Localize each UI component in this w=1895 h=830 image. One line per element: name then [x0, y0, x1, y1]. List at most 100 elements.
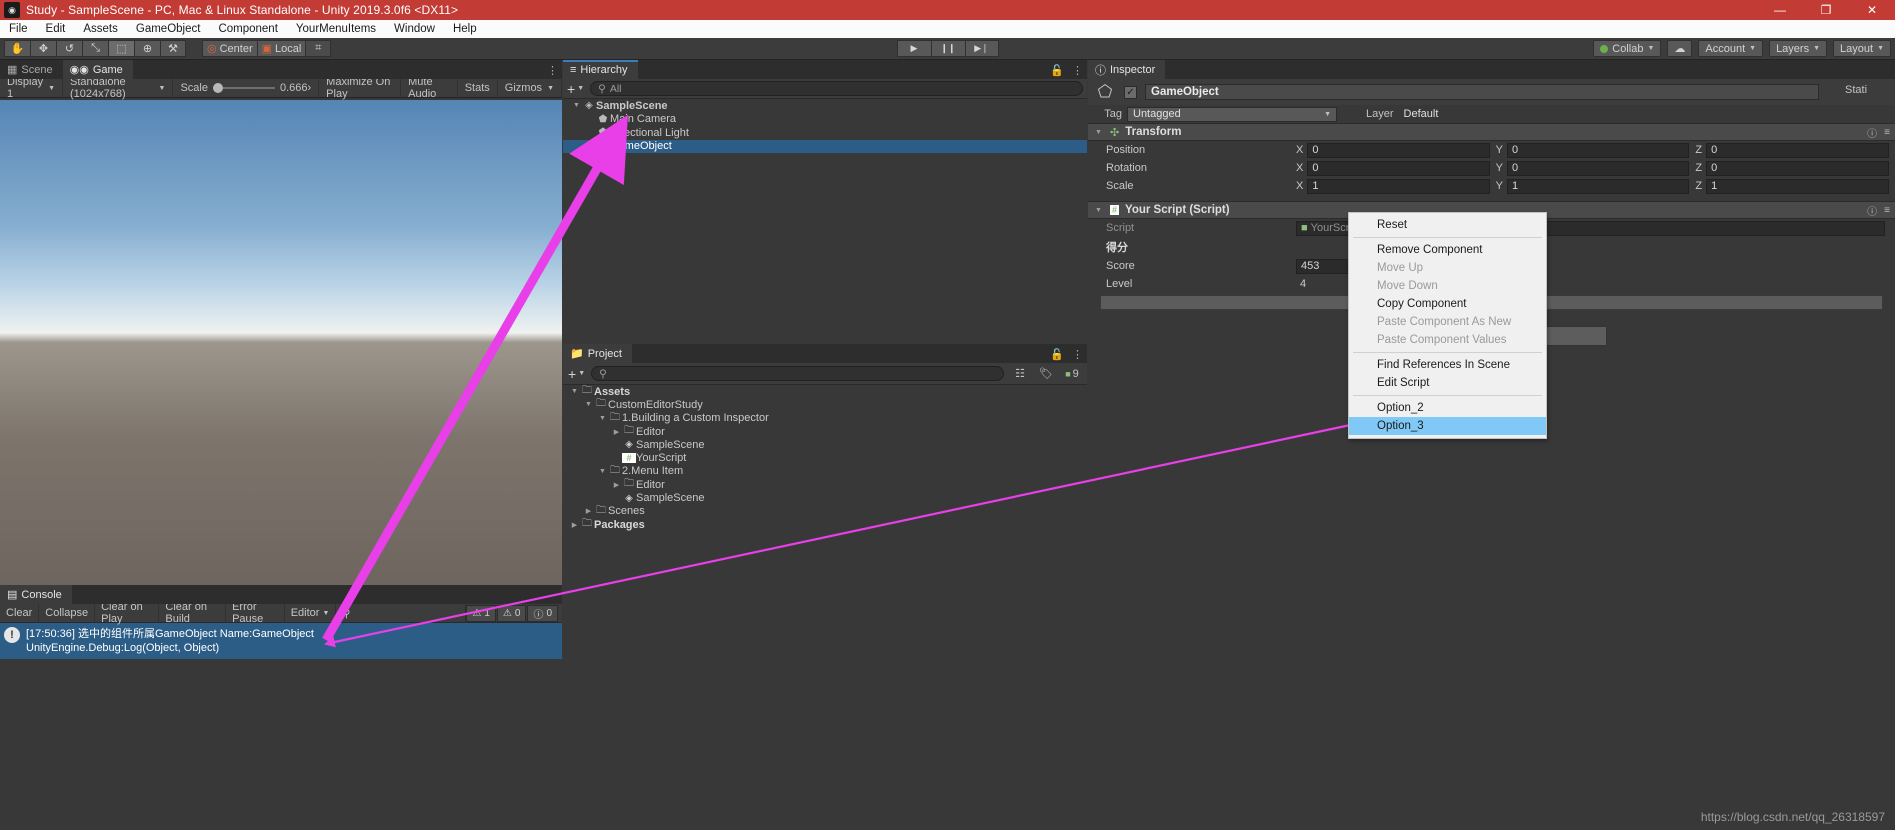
collapse-button[interactable]: Collapse: [39, 603, 96, 623]
chevron-down-icon[interactable]: ▼: [569, 388, 580, 395]
pivot-mode-button[interactable]: ◎ Center: [202, 40, 257, 57]
layer-dropdown[interactable]: Default: [1399, 107, 1559, 122]
warning-count[interactable]: ⚠ 0: [496, 604, 527, 622]
filter-by-type-icon[interactable]: ☷: [1010, 366, 1030, 382]
project-row[interactable]: # YourScript: [563, 451, 1087, 464]
context-menu-item[interactable]: Remove Component: [1349, 241, 1546, 259]
project-row[interactable]: ▼ 🗀 Assets: [563, 385, 1087, 398]
hierarchy-row[interactable]: ▼ ◈ SampleScene: [563, 99, 1087, 113]
lock-icon[interactable]: 🔓: [1050, 348, 1064, 361]
lock-icon[interactable]: 🔓: [1050, 64, 1064, 77]
chevron-right-icon[interactable]: ▶: [611, 428, 622, 436]
tab-project[interactable]: 📁 Project: [563, 344, 632, 363]
hierarchy-search-input[interactable]: ⚲ All: [590, 81, 1083, 96]
menu-item-help[interactable]: Help: [444, 20, 486, 38]
play-button[interactable]: ▶: [896, 40, 931, 57]
context-menu-item[interactable]: Option_2: [1349, 399, 1546, 417]
clear-on-build-button[interactable]: Clear on Build: [159, 601, 227, 625]
layout-button[interactable]: Layout ▼: [1833, 40, 1891, 57]
menu-item-edit[interactable]: Edit: [37, 20, 75, 38]
hierarchy-row[interactable]: ⬟ Directional Light: [563, 126, 1087, 140]
layers-button[interactable]: Layers ▼: [1769, 40, 1828, 57]
transform-tool-icon[interactable]: ⊕: [134, 40, 160, 57]
chevron-right-icon[interactable]: ▶: [611, 481, 622, 489]
project-menu-icon[interactable]: ⋮: [1072, 348, 1083, 361]
minimize-button[interactable]: —: [1757, 0, 1803, 20]
create-asset-button[interactable]: + ▼: [568, 366, 585, 382]
project-row[interactable]: ▼ 🗀 2.Menu Item: [563, 465, 1087, 478]
tab-console[interactable]: ▤ Console: [0, 585, 72, 604]
resolution-dropdown[interactable]: Standalone (1024x768) ▼: [63, 76, 174, 100]
error-pause-button[interactable]: Error Pause: [226, 601, 285, 625]
project-search-input[interactable]: ⚲: [591, 366, 1004, 381]
scale-tool-icon[interactable]: ⤡: [82, 40, 108, 57]
hierarchy-row[interactable]: ⬟ GameObject: [563, 139, 1087, 153]
chevron-down-icon[interactable]: ▼: [1093, 207, 1104, 214]
context-menu-item[interactable]: Edit Script: [1349, 374, 1546, 392]
info-count[interactable]: ⓘ 0: [527, 604, 558, 622]
gizmos-dropdown[interactable]: Gizmos ▼: [498, 78, 562, 98]
pivot-rotation-button[interactable]: ▣ Local: [256, 40, 306, 57]
preset-icon[interactable]: ≡: [1884, 127, 1890, 138]
hierarchy-menu-icon[interactable]: ⋮: [1072, 64, 1083, 77]
editor-dropdown[interactable]: Editor ▼: [285, 603, 337, 623]
step-button[interactable]: ▶❘: [964, 40, 999, 57]
cloud-button[interactable]: ☁: [1667, 40, 1693, 57]
hierarchy-row[interactable]: ⬟ Main Camera: [563, 113, 1087, 127]
project-row[interactable]: ◈ SampleScene: [563, 491, 1087, 504]
chevron-down-icon[interactable]: ▼: [597, 468, 608, 475]
move-tool-icon[interactable]: ✥: [30, 40, 56, 57]
transform-scale-y-input[interactable]: 1: [1507, 178, 1690, 194]
chevron-right-icon[interactable]: ▶: [583, 507, 594, 515]
clear-on-play-button[interactable]: Clear on Play: [95, 601, 160, 625]
tab-inspector[interactable]: ⓘ Inspector: [1088, 60, 1166, 79]
rotate-tool-icon[interactable]: ↺: [56, 40, 82, 57]
context-menu-item[interactable]: Find References In Scene: [1349, 356, 1546, 374]
display-dropdown[interactable]: Display 1 ▼: [0, 76, 64, 100]
project-row[interactable]: ▶ 🗀 Packages: [563, 518, 1087, 531]
maximize-button[interactable]: ❐: [1803, 0, 1849, 20]
create-gameobject-button[interactable]: + ▼: [567, 81, 584, 97]
maximize-on-play-toggle[interactable]: Maximize On Play: [319, 76, 402, 100]
chevron-down-icon[interactable]: ▼: [571, 102, 582, 109]
transform-rotation-z-input[interactable]: 0: [1706, 160, 1890, 176]
tab-hierarchy[interactable]: ≡ Hierarchy: [563, 60, 638, 79]
transform-scale-z-input[interactable]: 1: [1706, 178, 1890, 194]
menu-item-gameobject[interactable]: GameObject: [127, 20, 210, 38]
tag-dropdown[interactable]: Untagged ▼: [1127, 106, 1337, 122]
chevron-right-icon[interactable]: ▶: [569, 521, 580, 529]
console-search-input[interactable]: ⚲: [336, 603, 467, 623]
menu-item-component[interactable]: Component: [209, 20, 286, 38]
account-button[interactable]: Account ▼: [1698, 40, 1764, 57]
tab-game[interactable]: ◉◉ Game: [62, 60, 133, 79]
icon-size-slider[interactable]: ■ 9: [1062, 366, 1082, 382]
menu-item-file[interactable]: File: [0, 20, 37, 38]
scale-slider[interactable]: Scale 0.666›: [173, 78, 320, 98]
context-menu-item[interactable]: Option_3: [1349, 417, 1546, 435]
grid-snap-icon[interactable]: ⌗: [305, 40, 332, 57]
transform-scale-x-input[interactable]: 1: [1307, 178, 1490, 194]
chevron-down-icon[interactable]: ▼: [597, 415, 608, 422]
preset-icon[interactable]: ≡: [1884, 205, 1890, 216]
transform-rotation-y-input[interactable]: 0: [1507, 160, 1690, 176]
project-row[interactable]: ▶ 🗀 Editor: [563, 425, 1087, 438]
chevron-down-icon[interactable]: ▼: [1093, 129, 1104, 136]
custom-tool-icon[interactable]: ⚒: [160, 40, 186, 57]
static-checkbox-label[interactable]: Stati: [1845, 84, 1867, 96]
help-icon[interactable]: ⓘ: [1867, 203, 1877, 218]
project-row[interactable]: ▶ 🗀 Scenes: [563, 505, 1087, 518]
close-button[interactable]: ✕: [1849, 0, 1895, 20]
gameobject-name-input[interactable]: GameObject: [1145, 84, 1819, 100]
console-log-entry[interactable]: ! [17:50:36] 选中的组件所属GameObject Name:Game…: [0, 623, 562, 659]
collab-button[interactable]: Collab ▼: [1593, 40, 1662, 57]
pause-button[interactable]: ❙❙: [930, 40, 965, 57]
gameobject-enabled-checkbox[interactable]: ✓: [1124, 85, 1137, 99]
transform-rotation-x-input[interactable]: 0: [1307, 160, 1490, 176]
transform-component-header[interactable]: ▼ ✣ Transform ⓘ ≡: [1088, 123, 1895, 141]
project-row[interactable]: ▶ 🗀 Editor: [563, 478, 1087, 491]
clear-button[interactable]: Clear: [0, 603, 40, 623]
project-row[interactable]: ◈ SampleScene: [563, 438, 1087, 451]
menu-item-window[interactable]: Window: [385, 20, 444, 38]
project-row[interactable]: ▼ 🗀 1.Building a Custom Inspector: [563, 412, 1087, 425]
scale-slider-knob[interactable]: [212, 83, 223, 93]
